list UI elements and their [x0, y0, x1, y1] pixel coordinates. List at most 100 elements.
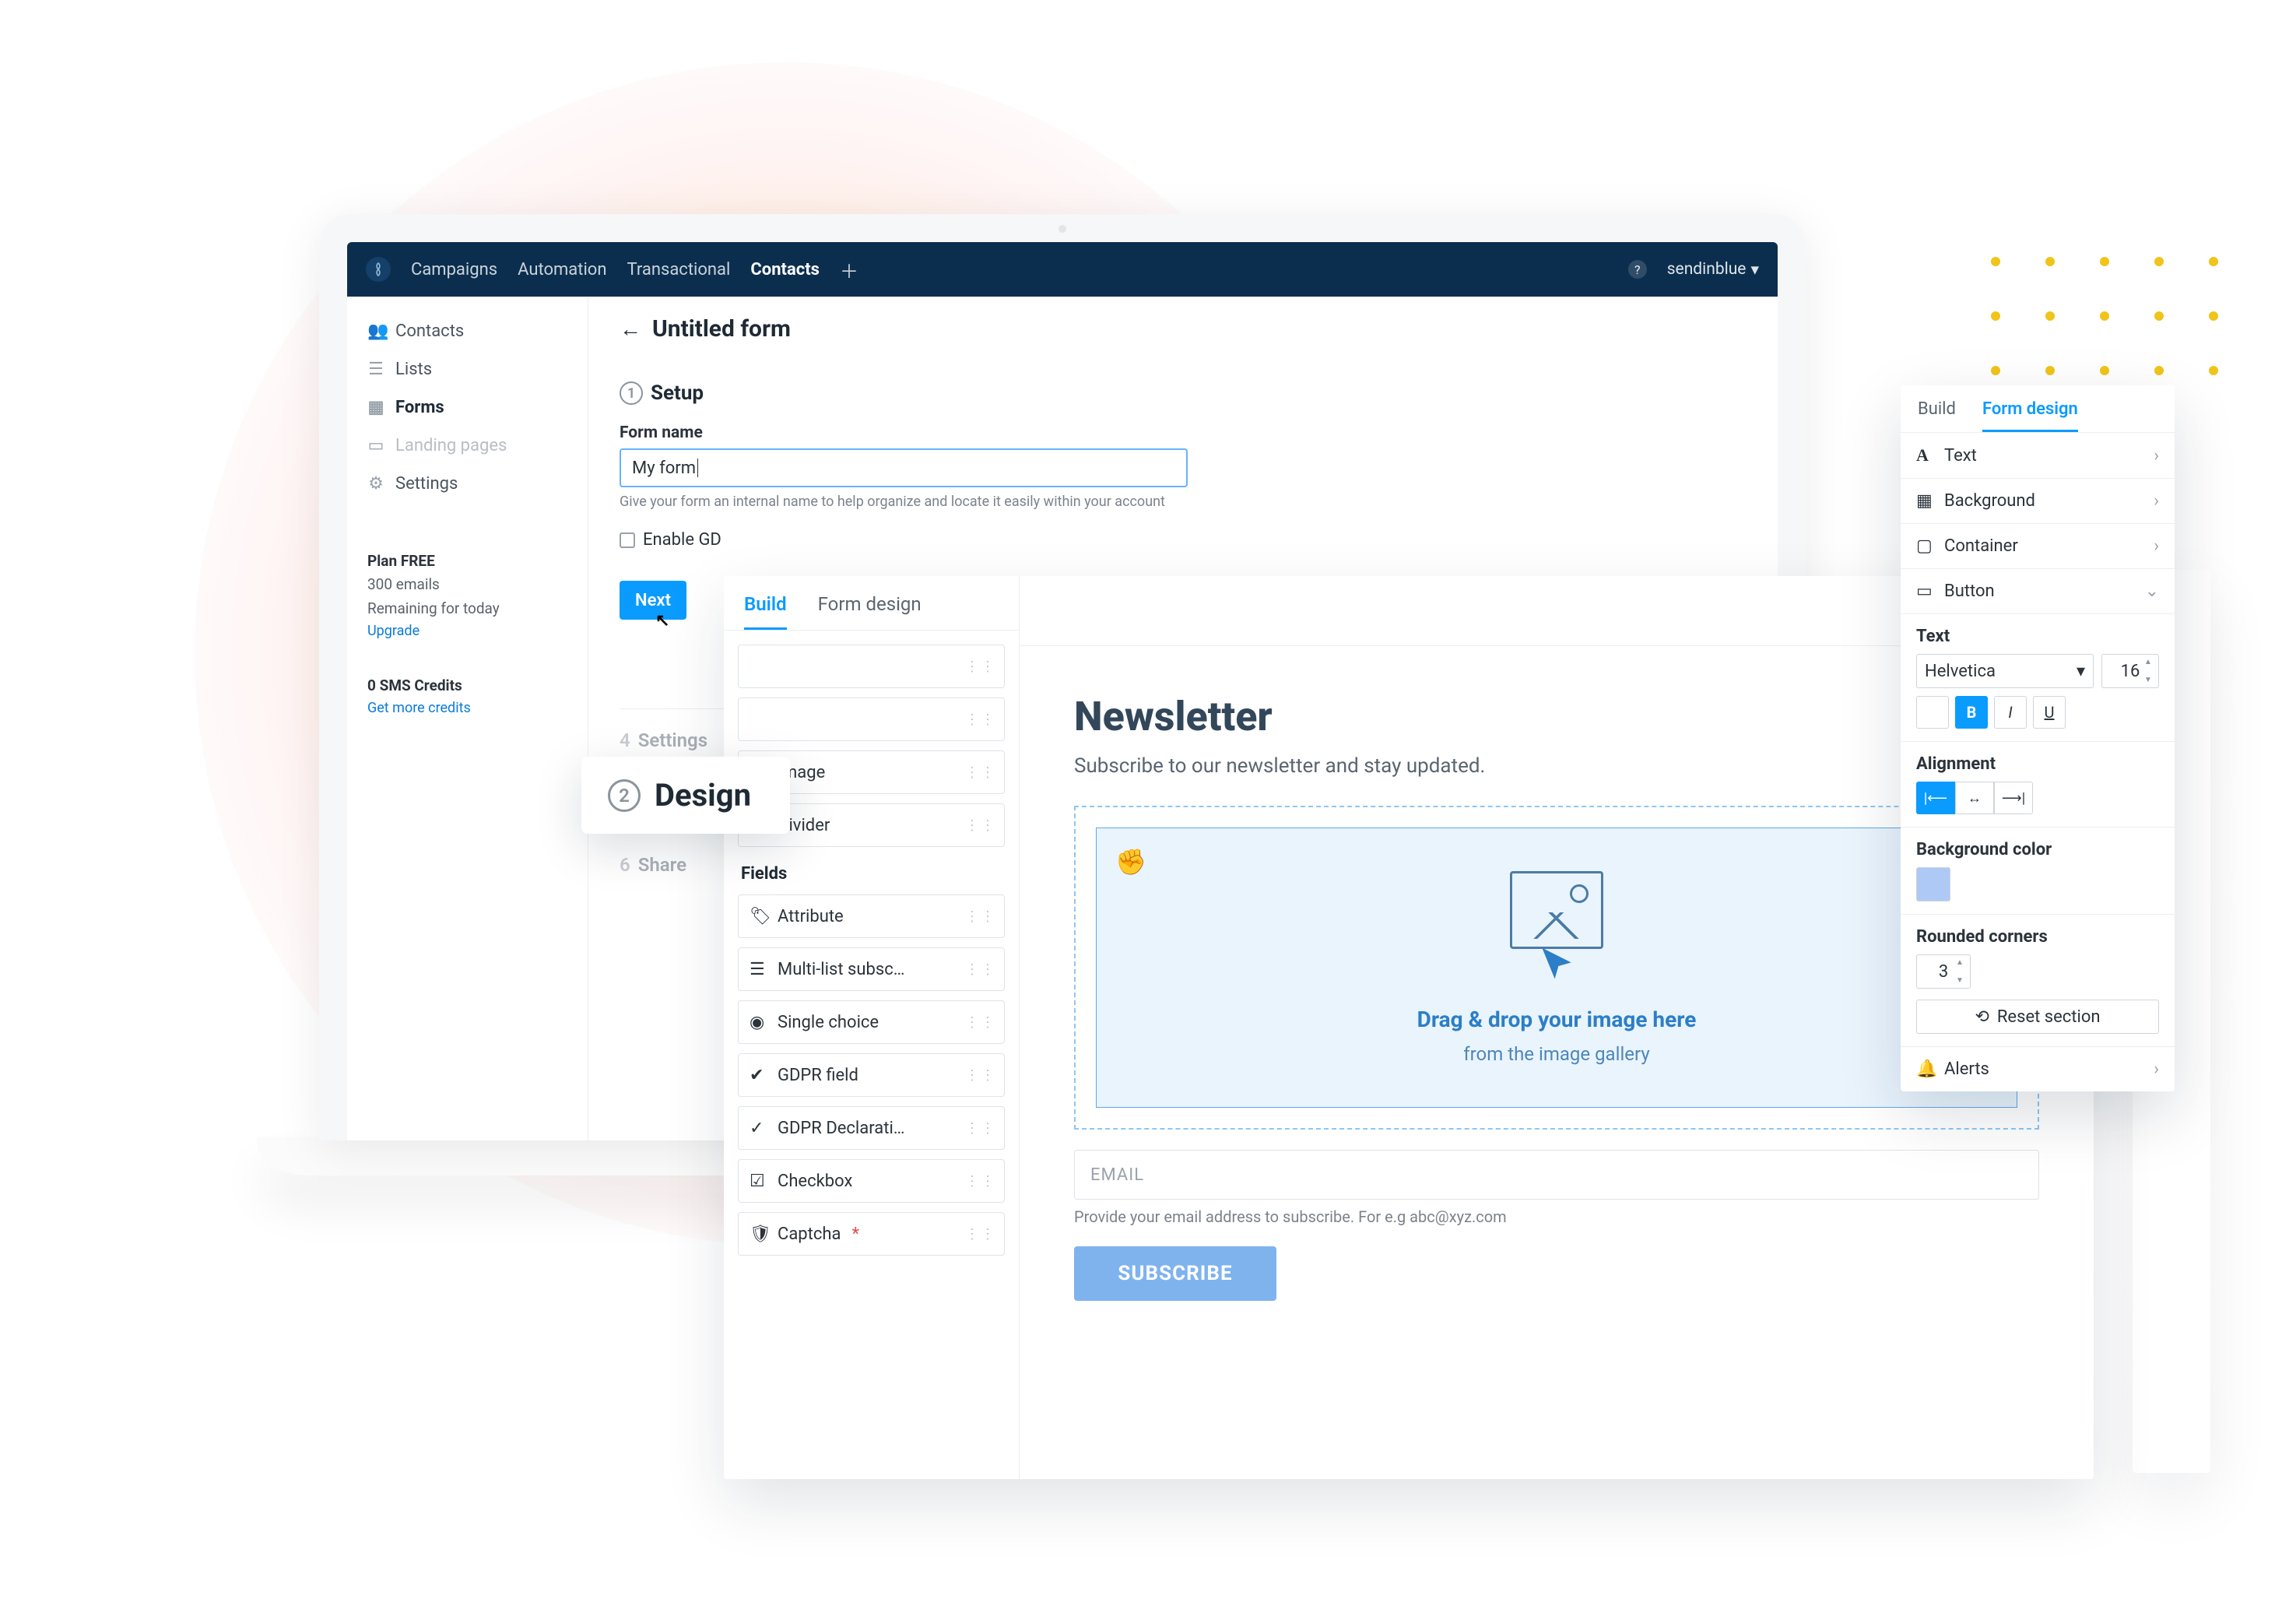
alignment-label: Alignment — [1916, 754, 2159, 774]
block-checkbox[interactable]: ☑Checkbox⋮⋮ — [738, 1159, 1005, 1203]
drag-handle-icon[interactable]: ⋮⋮ — [965, 712, 996, 728]
tab-build[interactable]: Build — [744, 593, 787, 630]
align-left-button[interactable]: |⟵ — [1916, 782, 1955, 814]
rounded-section: Rounded corners 3 ▲▼ ⟲Reset section — [1901, 915, 2175, 1047]
enable-gdpr-row[interactable]: Enable GD — [620, 530, 1747, 550]
drag-handle-icon[interactable]: ⋮⋮ — [965, 1120, 996, 1137]
block-gdpr-field[interactable]: ✔GDPR field⋮⋮ — [738, 1053, 1005, 1097]
upgrade-link[interactable]: Upgrade — [367, 620, 567, 643]
font-family-value: Helvetica — [1925, 662, 1996, 681]
block-captcha[interactable]: 🛡Captcha *⋮⋮ — [738, 1212, 1005, 1256]
font-family-select[interactable]: Helvetica▾ — [1916, 654, 2094, 688]
sidebar-item-lists[interactable]: ☰Lists — [347, 350, 588, 388]
preview-subtitle: Subscribe to our newsletter and stay upd… — [1074, 754, 2039, 778]
drag-handle-icon[interactable]: ⋮⋮ — [965, 1067, 996, 1084]
bgcolor-swatch[interactable] — [1916, 867, 1950, 901]
block-label: Multi-list subsc… — [778, 960, 904, 979]
form-name-input[interactable]: My form — [620, 448, 1188, 487]
text-icon: A — [1916, 445, 1933, 466]
bold-button[interactable]: B — [1955, 696, 1988, 729]
ptab-form-design[interactable]: Form design — [1982, 399, 2078, 432]
sidebar-item-forms[interactable]: ▦Forms — [347, 388, 588, 427]
drag-handle-icon[interactable]: ⋮⋮ — [965, 1226, 996, 1242]
list-icon: ☰ — [750, 960, 767, 979]
step-label: Settings — [638, 729, 707, 751]
nav-contacts[interactable]: Contacts — [750, 260, 820, 279]
stepper-icon[interactable]: ▲▼ — [2144, 658, 2157, 684]
block-placeholder[interactable]: ⋮⋮ — [738, 698, 1005, 741]
design-row-container[interactable]: ▢Container› — [1901, 524, 2175, 569]
align-right-button[interactable]: ⟶| — [1994, 782, 2033, 814]
sidebar-item-label: Lists — [395, 360, 432, 379]
nav-transactional[interactable]: Transactional — [627, 260, 731, 279]
align-center-button[interactable]: ↔ — [1955, 782, 1994, 814]
sidebar-item-label: Settings — [395, 474, 458, 494]
form-icon: ▦ — [367, 398, 384, 417]
tab-form-design[interactable]: Form design — [818, 593, 922, 630]
checkbox-icon[interactable] — [620, 532, 635, 548]
design-row-label: Button — [1944, 582, 1995, 601]
drop-target-outline[interactable]: ✊ Drag & drop your image here from the i… — [1074, 806, 2039, 1130]
email-input[interactable]: EMAIL — [1074, 1150, 2039, 1200]
dropzone-subtitle: from the image gallery — [1463, 1043, 1649, 1065]
drag-handle-icon[interactable]: ⋮⋮ — [965, 1014, 996, 1031]
drag-handle-icon[interactable]: ⋮⋮ — [965, 908, 996, 925]
tag-icon: 🏷 — [750, 907, 767, 926]
design-row-background[interactable]: ▦Background› — [1901, 479, 2175, 524]
color-swatch-button[interactable] — [1916, 696, 1949, 729]
reset-label: Reset section — [1997, 1007, 2101, 1027]
sidebar-item-label: Landing pages — [395, 436, 507, 455]
checkbox-icon: ☑ — [750, 1172, 767, 1191]
alignment-section: Alignment |⟵ ↔ ⟶| — [1901, 742, 2175, 828]
nav-automation[interactable]: Automation — [518, 260, 606, 279]
sidebar: 👥Contacts ☰Lists ▦Forms ▭Landing pages ⚙… — [347, 297, 588, 1140]
drag-handle-icon[interactable]: ⋮⋮ — [965, 1173, 996, 1190]
next-button[interactable]: Next ↖ — [620, 581, 686, 620]
design-row-label: Text — [1944, 446, 1977, 466]
font-size-input[interactable]: 16▲▼ — [2101, 654, 2159, 688]
design-row-text[interactable]: AText› — [1901, 433, 2175, 479]
radio-icon: ◉ — [750, 1013, 767, 1032]
sidebar-item-settings[interactable]: ⚙Settings — [347, 465, 588, 503]
block-attribute[interactable]: 🏷Attribute⋮⋮ — [738, 894, 1005, 938]
sidebar-item-contacts[interactable]: 👥Contacts — [347, 312, 588, 350]
form-name-label: Form name — [620, 423, 1747, 442]
image-dropzone[interactable]: ✊ Drag & drop your image here from the i… — [1096, 828, 2017, 1108]
sidebar-item-landing[interactable]: ▭Landing pages — [347, 427, 588, 465]
ptab-build[interactable]: Build — [1918, 399, 1956, 432]
drag-handle-icon[interactable]: ⋮⋮ — [965, 961, 996, 978]
design-row-button[interactable]: ▭Button⌄ — [1901, 569, 2175, 614]
account-menu[interactable]: sendinblue ▾ — [1667, 260, 1759, 279]
block-label: Single choice — [778, 1013, 879, 1032]
nav-campaigns[interactable]: Campaigns — [411, 260, 497, 279]
block-multilist[interactable]: ☰ Multi-list subsc… ⋮⋮ — [738, 947, 1005, 991]
container-icon: ▢ — [1916, 536, 1933, 556]
dropzone-title: Drag & drop your image here — [1417, 1007, 1697, 1032]
block-placeholder[interactable]: ⋮⋮ — [738, 645, 1005, 688]
button-icon: ▭ — [1916, 582, 1933, 601]
rounded-corners-input[interactable]: 3 ▲▼ — [1916, 954, 1971, 989]
underline-button[interactable]: U — [2033, 696, 2066, 729]
italic-button[interactable]: I — [1994, 696, 2027, 729]
help-icon[interactable]: ? — [1628, 260, 1647, 279]
reset-section-button[interactable]: ⟲Reset section — [1916, 1000, 2159, 1034]
stepper-icon[interactable]: ▲▼ — [1956, 958, 1968, 985]
nav-add-icon[interactable]: ＋ — [840, 256, 858, 283]
design-row-alerts[interactable]: 🔔Alerts› — [1901, 1047, 2175, 1091]
chevron-right-icon: › — [2154, 491, 2159, 511]
block-single-choice[interactable]: ◉ Single choice ⋮⋮ — [738, 1000, 1005, 1044]
rounded-label: Rounded corners — [1916, 927, 2159, 947]
credits-link[interactable]: Get more credits — [367, 698, 567, 720]
back-arrow-icon[interactable]: ← — [620, 316, 641, 342]
drag-handle-icon[interactable]: ⋮⋮ — [965, 817, 996, 834]
subscribe-button[interactable]: SUBSCRIBE — [1074, 1246, 1276, 1301]
drag-handle-icon[interactable]: ⋮⋮ — [965, 764, 996, 781]
drag-handle-icon[interactable]: ⋮⋮ — [965, 659, 996, 675]
decorative-dots — [1991, 257, 2218, 375]
enable-gdpr-label: Enable GD — [643, 530, 721, 550]
shield-icon: 🛡 — [750, 1225, 767, 1244]
brand-logo-icon[interactable] — [366, 257, 391, 282]
rounded-value: 3 — [1939, 962, 1948, 982]
block-gdpr-declaration[interactable]: ✓GDPR Declarati…⋮⋮ — [738, 1106, 1005, 1150]
cursor-icon: ↖ — [655, 611, 669, 631]
